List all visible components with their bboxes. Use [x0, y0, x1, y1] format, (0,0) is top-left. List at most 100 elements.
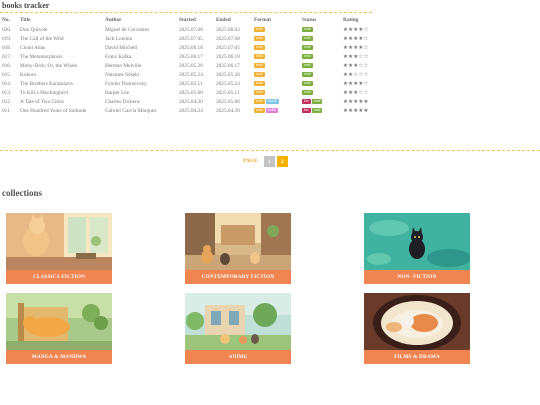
- book-status: read: [302, 61, 343, 70]
- status-tag: read: [302, 80, 313, 86]
- book-status: fav read: [302, 106, 343, 115]
- book-rating: ★★★☆☆: [343, 62, 369, 69]
- book-number: 014.: [2, 80, 12, 87]
- book-format: read ebook: [254, 97, 302, 106]
- book-author: Franz Kafka: [105, 53, 132, 60]
- format-tag: read: [254, 89, 265, 95]
- book-status: read: [302, 88, 343, 97]
- collection-label: CONTEMPORARY FICTION: [185, 270, 291, 284]
- book-title: A Tale of Two Cities: [20, 98, 64, 105]
- collection-card-contemporary-fiction[interactable]: CONTEMPORARY FICTION: [185, 213, 291, 285]
- table-row[interactable]: 013. To Kill a Mockingbird Harper Lee 2025.…: [2, 88, 373, 97]
- book-rating: ★★★★☆: [343, 80, 369, 87]
- table-row[interactable]: 019. The Call of the Wild Jack London 2025.…: [2, 34, 373, 43]
- collection-card-films-drama[interactable]: FILMS & DRAMA: [364, 293, 470, 365]
- book-ended: 2025.05.24: [216, 80, 240, 87]
- book-ended: 2025.06.17: [216, 62, 240, 69]
- status-tag: read: [302, 71, 313, 77]
- book-format: read: [254, 34, 302, 43]
- format-tag: audio: [265, 107, 278, 113]
- page-1-button[interactable]: 1: [263, 156, 275, 167]
- book-format: read: [254, 43, 302, 52]
- book-status: fav read: [302, 97, 343, 106]
- status-tag: read: [311, 98, 323, 104]
- table-row[interactable]: 012. A Tale of Two Cities Charles Dickens 2…: [2, 97, 373, 106]
- cat-by-window-image: [6, 213, 112, 270]
- book-number: 019.: [2, 35, 12, 42]
- book-status: read: [302, 52, 343, 61]
- table-row[interactable]: 014. The Brothers Karamazov Fyodor Dostoev…: [2, 79, 373, 88]
- book-rating: ★★★★★: [343, 98, 369, 105]
- book-title: Moby-Dick; Or, the Whale: [20, 62, 78, 69]
- book-started: 2025.06.17: [179, 53, 203, 60]
- table-row[interactable]: 017. The Metamorphosis Franz Kafka 2025.06.…: [2, 52, 373, 61]
- book-format: read: [254, 52, 302, 61]
- book-number: 018.: [2, 44, 12, 51]
- status-tag: read: [302, 53, 313, 59]
- format-tag: ebook: [265, 98, 279, 104]
- book-format: read: [254, 88, 302, 97]
- format-tag: read: [254, 80, 265, 86]
- collection-card-anime[interactable]: ANIME: [185, 293, 291, 365]
- book-format: read: [254, 79, 302, 88]
- book-status: read: [302, 43, 343, 52]
- column-header-author: Author: [105, 17, 122, 23]
- cats-in-garden-image: [185, 293, 291, 350]
- column-header-status: Status: [302, 17, 317, 23]
- collection-card-manga-manhwa[interactable]: MANGA & MANHWA: [6, 293, 112, 365]
- format-tag: read: [254, 107, 265, 113]
- cat-curled-in-bowl-image: [364, 293, 470, 350]
- book-number: 015.: [2, 71, 12, 78]
- book-started: 2025.05.26: [179, 62, 203, 69]
- book-rating: ★★★☆☆: [343, 53, 369, 60]
- book-status: read: [302, 79, 343, 88]
- status-tag: fav: [302, 98, 311, 104]
- collection-label: ANIME: [185, 350, 291, 364]
- collection-label: FILMS & DRAMA: [364, 350, 470, 364]
- column-header-ended: Ended: [216, 17, 231, 23]
- collection-card-classics-fiction[interactable]: CLASSICS FICTION: [6, 213, 112, 285]
- column-header-no: No.: [2, 17, 10, 23]
- book-started: 2025.07.05: [179, 35, 203, 42]
- collection-label: NON- FICTION: [364, 270, 470, 284]
- divider: [0, 150, 540, 151]
- book-author: Charles Dickens: [105, 98, 140, 105]
- book-title: The Call of the Wild: [20, 35, 64, 42]
- book-number: 016.: [2, 62, 12, 69]
- column-header-rating: Rating: [343, 17, 359, 23]
- book-title: The Brothers Karamazov: [20, 80, 74, 87]
- table-header-row: No. Title Author Started Ended Format St…: [2, 16, 373, 25]
- table-row[interactable]: 015. Kokoro Natsume Sōseki 2025.05.24 2025.0…: [2, 70, 373, 79]
- book-status: read: [302, 70, 343, 79]
- book-ended: 2025.06.18: [216, 53, 240, 60]
- black-cat-in-water-image: [364, 213, 470, 270]
- status-tag: read: [302, 89, 313, 95]
- book-ended: 2025.05.11: [216, 89, 240, 96]
- table-row[interactable]: 016. Moby-Dick; Or, the Whale Herman Melvi…: [2, 61, 373, 70]
- cats-in-street-image: [185, 213, 291, 270]
- page-2-button[interactable]: 2: [276, 156, 288, 167]
- book-rating: ★★☆☆☆: [343, 71, 369, 78]
- books-table: No. Title Author Started Ended Format St…: [2, 16, 373, 115]
- book-format: read: [254, 61, 302, 70]
- format-tag: read: [254, 26, 265, 32]
- collections-title: collections: [2, 188, 42, 198]
- collection-card-non-fiction[interactable]: NON- FICTION: [364, 213, 470, 285]
- table-row[interactable]: 011. One Hundred Years of Solitude Gabriel…: [2, 106, 373, 115]
- book-title: To Kill a Mockingbird: [20, 89, 68, 96]
- status-tag: read: [311, 107, 323, 113]
- book-title: One Hundred Years of Solitude: [20, 107, 87, 114]
- format-tag: read: [254, 44, 265, 50]
- book-number: 013.: [2, 89, 12, 96]
- book-rating: ★★★★☆: [343, 35, 369, 42]
- page-label: PAGE: [243, 159, 258, 164]
- book-number: 012.: [2, 98, 12, 105]
- book-started: 2025.06.18: [179, 44, 203, 51]
- table-row[interactable]: 020. Don Quixote Miguel de Cervantes 2025.0…: [2, 25, 373, 34]
- table-row[interactable]: 018. Cloud Atlas David Mitchell 2025.06.18 2…: [2, 43, 373, 52]
- book-started: 2025.05.24: [179, 71, 203, 78]
- status-tag: read: [302, 35, 313, 41]
- book-title: Cloud Atlas: [20, 44, 46, 51]
- book-format: read audio: [254, 106, 302, 115]
- book-ended: 2025.07.08: [216, 35, 240, 42]
